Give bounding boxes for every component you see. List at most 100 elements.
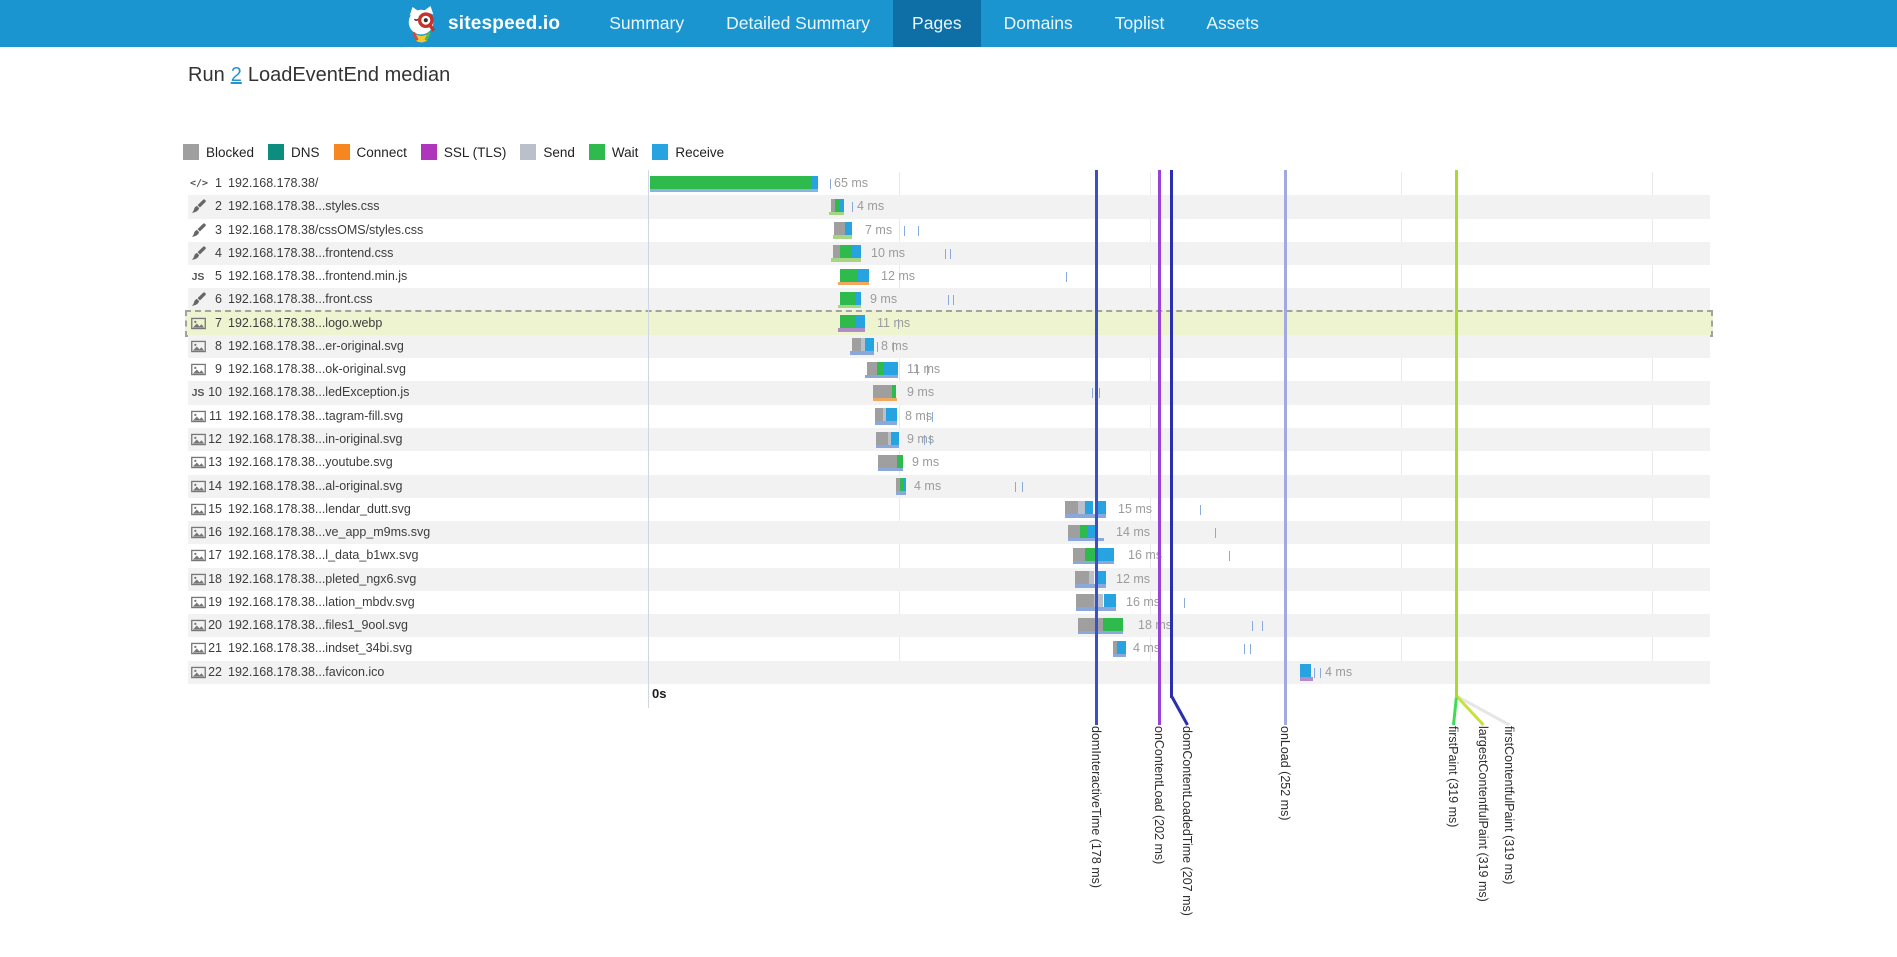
request-bar-segment-blocked[interactable]: [852, 338, 861, 351]
waterfall-row[interactable]: 17192.168.178.38...l_data_b1wx.svg16 ms: [188, 544, 1710, 567]
request-bar-segment-receive[interactable]: [903, 478, 906, 491]
brand-link[interactable]: sitespeed.io: [404, 4, 560, 44]
request-url[interactable]: 192.168.178.38...ve_app_m9ms.svg: [228, 521, 430, 544]
waterfall-row[interactable]: 6192.168.178.38...front.css9 ms: [188, 288, 1710, 311]
request-url[interactable]: 192.168.178.38...l_data_b1wx.svg: [228, 544, 418, 567]
request-url[interactable]: 192.168.178.38...logo.webp: [228, 312, 382, 335]
request-bar-segment-receive[interactable]: [855, 315, 865, 328]
request-bar-segment-wait[interactable]: [892, 385, 896, 398]
request-duration-label: 12 ms: [1116, 568, 1150, 591]
request-bar-segment-receive[interactable]: [812, 176, 818, 189]
request-bar-segment-receive[interactable]: [865, 338, 874, 351]
request-url[interactable]: 192.168.178.38...pleted_ngx6.svg: [228, 568, 416, 591]
request-bar-segment-blocked[interactable]: [875, 408, 883, 421]
request-bar-segment-wait[interactable]: [1080, 525, 1088, 538]
nav-tab-summary[interactable]: Summary: [590, 0, 703, 47]
waterfall-row[interactable]: 11192.168.178.38...tagram-fill.svg8 ms: [188, 405, 1710, 428]
waterfall-row[interactable]: 9192.168.178.38...ok-original.svg11 ms: [188, 358, 1710, 381]
request-bar-segment-blocked[interactable]: [873, 385, 892, 398]
request-url[interactable]: 192.168.178.38...frontend.css: [228, 242, 393, 265]
nav-tab-assets[interactable]: Assets: [1187, 0, 1278, 47]
nav-tab-toplist[interactable]: Toplist: [1096, 0, 1184, 47]
request-bar-segment-wait[interactable]: [840, 269, 858, 282]
request-bar-segment-wait[interactable]: [877, 362, 884, 375]
request-index: 8: [202, 335, 222, 358]
waterfall-row[interactable]: 7192.168.178.38...logo.webp11 ms: [188, 312, 1710, 335]
waterfall-row[interactable]: 16192.168.178.38...ve_app_m9ms.svg14 ms: [188, 521, 1710, 544]
request-bar-segment-wait[interactable]: [840, 245, 852, 258]
request-bar-segment-blocked[interactable]: [876, 432, 888, 445]
request-bar-segment-receive[interactable]: [858, 269, 869, 282]
request-bar-segment-receive[interactable]: [1104, 594, 1116, 607]
waterfall-row[interactable]: 20192.168.178.38...files1_9ool.svg18 ms: [188, 614, 1710, 637]
request-bar-segment-blocked[interactable]: [1075, 571, 1089, 584]
request-bar-segment-receive[interactable]: [891, 432, 899, 445]
nav-tab-pages[interactable]: Pages: [893, 0, 981, 47]
request-bar-segment-receive[interactable]: [839, 199, 844, 212]
request-bar-segment-blocked[interactable]: [1076, 594, 1094, 607]
request-url[interactable]: 192.168.178.38...in-original.svg: [228, 428, 402, 451]
mime-type-strip-svg: [1075, 584, 1106, 588]
request-url[interactable]: 192.168.178.38...tagram-fill.svg: [228, 405, 403, 428]
waterfall-row[interactable]: JS10192.168.178.38...ledException.js9 ms: [188, 381, 1710, 404]
waterfall-row[interactable]: 22192.168.178.38...favicon.ico4 ms: [188, 661, 1710, 684]
request-bar-segment-blocked[interactable]: [867, 362, 877, 375]
nav-tab-domains[interactable]: Domains: [985, 0, 1092, 47]
request-bar-segment-send[interactable]: [1089, 571, 1094, 584]
nav-tab-detailed-summary[interactable]: Detailed Summary: [707, 0, 889, 47]
waterfall-row[interactable]: 4192.168.178.38...frontend.css10 ms: [188, 242, 1710, 265]
request-bar-segment-receive[interactable]: [852, 245, 861, 258]
request-url[interactable]: 192.168.178.38...ok-original.svg: [228, 358, 406, 381]
request-url[interactable]: 192.168.178.38...indset_34bi.svg: [228, 637, 412, 660]
request-bar-segment-blocked[interactable]: [833, 245, 840, 258]
request-url[interactable]: 192.168.178.38...favicon.ico: [228, 661, 384, 684]
waterfall-row[interactable]: 3192.168.178.38/cssOMS/styles.css7 ms: [188, 219, 1710, 242]
run-number-link[interactable]: 2: [231, 64, 242, 86]
waterfall-row[interactable]: 2192.168.178.38...styles.css4 ms: [188, 195, 1710, 218]
request-bar-segment-wait[interactable]: [840, 292, 855, 305]
request-bar-segment-blocked[interactable]: [878, 455, 897, 468]
request-url[interactable]: 192.168.178.38...ledException.js: [228, 381, 409, 404]
request-bar-segment-receive[interactable]: [855, 292, 861, 305]
request-url[interactable]: 192.168.178.38...lendar_dutt.svg: [228, 498, 411, 521]
request-bar-segment-receive[interactable]: [845, 222, 852, 235]
request-bar-segment-wait[interactable]: [897, 455, 903, 468]
request-bar-segment-wait[interactable]: [840, 315, 855, 328]
waterfall-row[interactable]: 13192.168.178.38...youtube.svg9 ms: [188, 451, 1710, 474]
request-bar-segment-wait[interactable]: [1085, 548, 1095, 561]
request-bar-segment-blocked[interactable]: [1078, 618, 1103, 631]
waterfall-row[interactable]: 15192.168.178.38...lendar_dutt.svg15 ms: [188, 498, 1710, 521]
request-url[interactable]: 192.168.178.38...styles.css: [228, 195, 379, 218]
waterfall-row[interactable]: 18192.168.178.38...pleted_ngx6.svg12 ms: [188, 568, 1710, 591]
waterfall-row[interactable]: 19192.168.178.38...lation_mbdv.svg16 ms: [188, 591, 1710, 614]
waterfall-row[interactable]: 8192.168.178.38...er-original.svg8 ms: [188, 335, 1710, 358]
waterfall-row[interactable]: 12192.168.178.38...in-original.svg9 ms: [188, 428, 1710, 451]
waterfall-row[interactable]: </>1192.168.178.38/65 ms: [188, 172, 1710, 195]
legend-swatch-blocked: [183, 144, 199, 160]
waterfall-row[interactable]: 14192.168.178.38...al-original.svg4 ms: [188, 475, 1710, 498]
request-bar-segment-receive[interactable]: [1085, 501, 1093, 514]
request-bar-segment-send[interactable]: [1078, 501, 1085, 514]
request-bar-segment-wait[interactable]: [1103, 618, 1123, 631]
request-url[interactable]: 192.168.178.38...frontend.min.js: [228, 265, 407, 288]
request-bar-segment-wait[interactable]: [650, 176, 812, 189]
request-bar-segment-receive[interactable]: [1300, 664, 1311, 677]
request-bar-segment-receive[interactable]: [1117, 641, 1126, 654]
request-url[interactable]: 192.168.178.38...lation_mbdv.svg: [228, 591, 415, 614]
request-url[interactable]: 192.168.178.38...youtube.svg: [228, 451, 393, 474]
request-bar-segment-blocked[interactable]: [1065, 501, 1078, 514]
request-bar-segment-blocked[interactable]: [834, 222, 845, 235]
request-bar-segment-receive[interactable]: [886, 408, 897, 421]
request-url[interactable]: 192.168.178.38...er-original.svg: [228, 335, 404, 358]
request-url[interactable]: 192.168.178.38...al-original.svg: [228, 475, 402, 498]
request-bar-segment-blocked[interactable]: [1068, 525, 1080, 538]
request-url[interactable]: 192.168.178.38...front.css: [228, 288, 373, 311]
waterfall-row[interactable]: JS5192.168.178.38...frontend.min.js12 ms: [188, 265, 1710, 288]
sitespeedio-cat-logo-icon: [404, 4, 440, 44]
waterfall-row[interactable]: 21192.168.178.38...indset_34bi.svg4 ms: [188, 637, 1710, 660]
request-url[interactable]: 192.168.178.38...files1_9ool.svg: [228, 614, 408, 637]
request-bar-segment-receive[interactable]: [884, 362, 898, 375]
request-bar-segment-blocked[interactable]: [1073, 548, 1085, 561]
request-url[interactable]: 192.168.178.38/: [228, 172, 318, 195]
request-url[interactable]: 192.168.178.38/cssOMS/styles.css: [228, 219, 423, 242]
